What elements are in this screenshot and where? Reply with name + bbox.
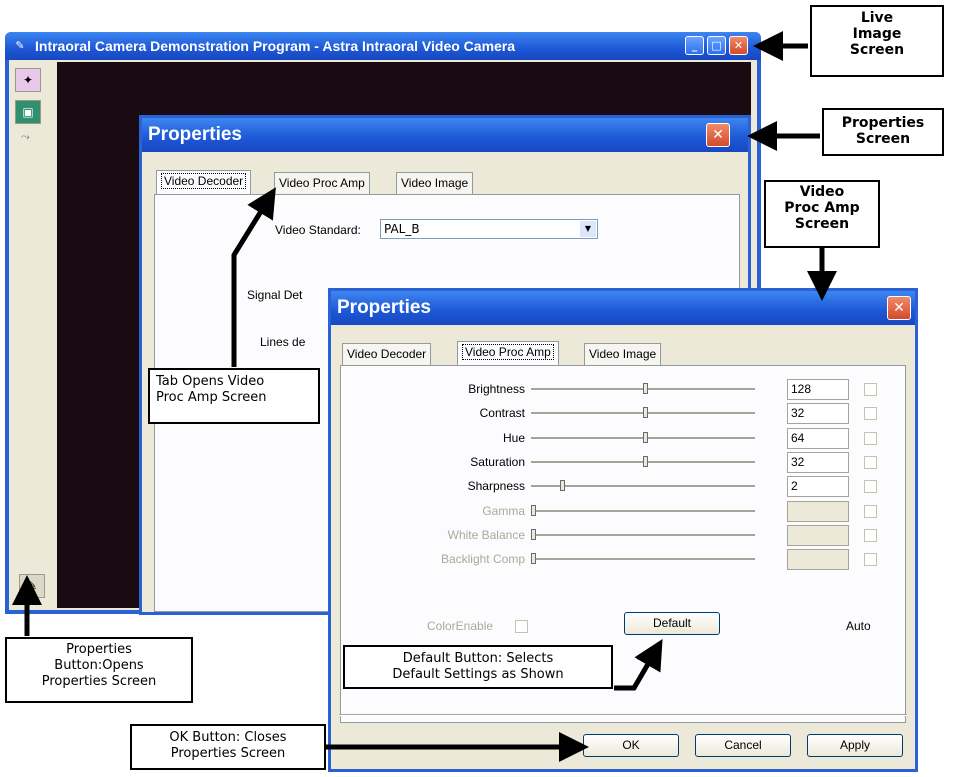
callout-line: Default Settings as Shown (392, 667, 564, 682)
callout-video-proc-amp: Video Proc Amp Screen (764, 180, 880, 248)
callout-line: OK Button: Closes (169, 730, 287, 745)
callout-ok-button: OK Button: Closes Properties Screen (130, 724, 326, 770)
callout-default-button: Default Button: Selects Default Settings… (343, 645, 613, 689)
callout-line: Image (852, 26, 902, 42)
callout-line: Properties (841, 115, 925, 131)
callout-line: Live (860, 10, 894, 26)
arrow-default-button (614, 639, 663, 691)
callout-line: Properties Screen (170, 746, 286, 761)
callout-line: Screen (855, 131, 911, 147)
callout-line: Properties (66, 642, 132, 657)
arrow-tab-opens (231, 187, 276, 367)
callout-properties-screen: Properties Screen (822, 108, 944, 156)
callout-line: Default Button: Selects (402, 651, 554, 666)
callout-line: Properties Screen (41, 674, 157, 689)
callout-line: Screen (794, 216, 850, 232)
callout-line: Screen (849, 42, 905, 58)
callout-line: Proc Amp Screen (156, 390, 267, 405)
callout-properties-button: Properties Button:Opens Properties Scree… (5, 637, 193, 703)
callout-line: Video (799, 184, 845, 200)
callout-live-image: Live Image Screen (810, 5, 944, 77)
callout-tab-opens: Tab Opens Video Proc Amp Screen (148, 368, 320, 424)
callout-line: Button:Opens (54, 658, 144, 673)
callout-line: Proc Amp (784, 200, 860, 216)
callout-line: Tab Opens Video (156, 374, 265, 389)
